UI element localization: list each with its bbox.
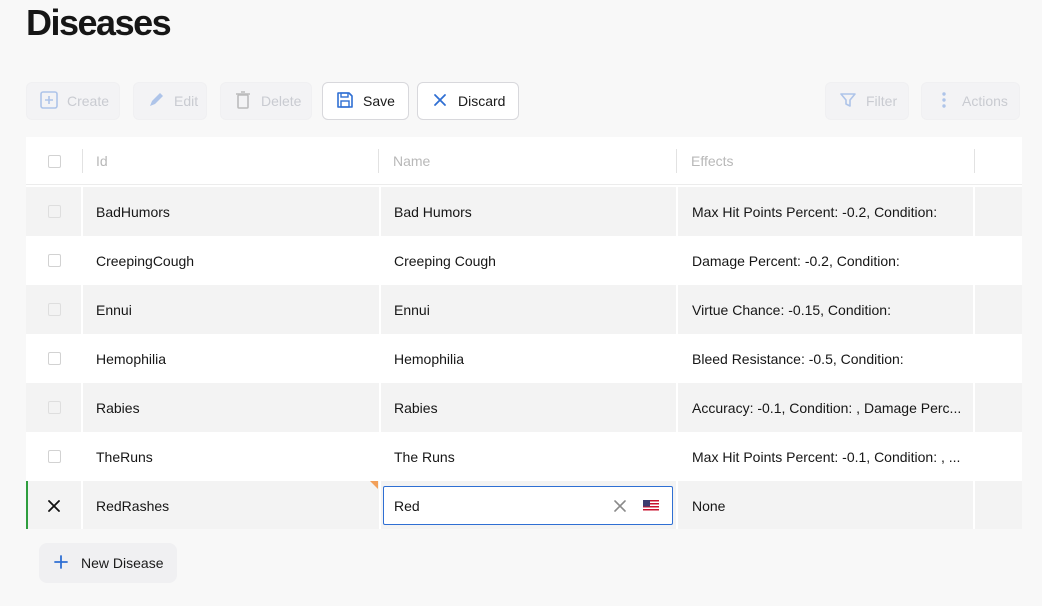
cell-effects[interactable]: Virtue Chance: -0.15, Condition: xyxy=(692,285,962,334)
cell-name[interactable]: Creeping Cough xyxy=(394,236,664,285)
edit-row-marker xyxy=(26,481,28,529)
row-checkbox-cell xyxy=(48,285,61,334)
row-checkbox[interactable] xyxy=(48,303,61,316)
filter-icon xyxy=(838,90,858,113)
cell-effects[interactable]: Max Hit Points Percent: -0.2, Condition: xyxy=(692,187,962,236)
filter-button-label: Filter xyxy=(866,93,898,109)
discard-icon xyxy=(430,90,450,113)
save-icon xyxy=(335,90,355,113)
page: Diseases Create Edit Delete Save Discard xyxy=(0,0,1042,606)
cell-name[interactable]: The Runs xyxy=(394,432,664,481)
delete-button[interactable]: Delete xyxy=(220,82,312,120)
row-checkbox-cell xyxy=(48,236,61,285)
row-checkbox[interactable] xyxy=(48,401,61,414)
column-header-id[interactable]: Id xyxy=(96,137,108,185)
row-checkbox-cell xyxy=(48,432,61,481)
cell-id[interactable]: Hemophilia xyxy=(96,334,366,383)
table-row[interactable]: BadHumors Bad Humors Max Hit Points Perc… xyxy=(26,187,1022,236)
name-input[interactable] xyxy=(384,487,604,524)
row-checkbox-cell xyxy=(48,334,61,383)
table-row[interactable]: Hemophilia Hemophilia Bleed Resistance: … xyxy=(26,334,1022,383)
edit-button[interactable]: Edit xyxy=(133,82,207,120)
cell-id[interactable]: Ennui xyxy=(96,285,366,334)
page-title: Diseases xyxy=(26,2,172,43)
discard-button[interactable]: Discard xyxy=(417,82,519,120)
cancel-edit-icon[interactable] xyxy=(46,481,62,529)
row-checkbox-cell xyxy=(48,187,61,236)
create-button-label: Create xyxy=(67,93,110,109)
plus-icon xyxy=(53,554,69,573)
new-disease-label: New Disease xyxy=(81,555,164,571)
name-edit-field[interactable] xyxy=(383,486,673,525)
select-all-checkbox-cell xyxy=(48,137,62,185)
row-checkbox[interactable] xyxy=(48,254,61,267)
table-row[interactable]: TheRuns The Runs Max Hit Points Percent:… xyxy=(26,432,1022,481)
column-header-name[interactable]: Name xyxy=(393,137,430,185)
actions-button-label: Actions xyxy=(962,93,1008,109)
actions-icon xyxy=(934,90,954,113)
actions-button[interactable]: Actions xyxy=(921,82,1020,120)
cell-name[interactable]: Rabies xyxy=(394,383,664,432)
cell-effects[interactable]: Bleed Resistance: -0.5, Condition: xyxy=(692,334,962,383)
column-header-effects[interactable]: Effects xyxy=(691,137,734,185)
cell-name[interactable]: Hemophilia xyxy=(394,334,664,383)
edit-button-label: Edit xyxy=(174,93,199,109)
table-row[interactable]: CreepingCough Creeping Cough Damage Perc… xyxy=(26,236,1022,285)
cell-id[interactable]: BadHumors xyxy=(96,187,366,236)
grid-header: Id Name Effects xyxy=(26,137,1022,185)
filter-button[interactable]: Filter xyxy=(825,82,909,120)
row-checkbox[interactable] xyxy=(48,450,61,463)
delete-icon xyxy=(233,90,253,113)
cell-name[interactable]: Bad Humors xyxy=(394,187,664,236)
cell-id[interactable]: RedRashes xyxy=(96,481,366,529)
select-all-checkbox[interactable] xyxy=(48,154,61,168)
row-checkbox[interactable] xyxy=(48,205,61,218)
create-button[interactable]: Create xyxy=(26,82,120,120)
delete-button-label: Delete xyxy=(261,93,302,109)
flag-icon[interactable] xyxy=(643,499,659,517)
edit-icon xyxy=(146,90,166,113)
cell-id[interactable]: TheRuns xyxy=(96,432,366,481)
row-checkbox[interactable] xyxy=(48,352,61,365)
row-checkbox-cell xyxy=(48,383,61,432)
table-row[interactable]: Rabies Rabies Accuracy: -0.1, Condition:… xyxy=(26,383,1022,432)
cell-id[interactable]: Rabies xyxy=(96,383,366,432)
diseases-grid: Id Name Effects BadHumors Bad Humors Max… xyxy=(26,137,1022,529)
cell-effects[interactable]: Max Hit Points Percent: -0.1, Condition:… xyxy=(692,432,962,481)
cell-effects[interactable]: Accuracy: -0.1, Condition: , Damage Perc… xyxy=(692,383,962,432)
cell-effects[interactable]: Damage Percent: -0.2, Condition: xyxy=(692,236,962,285)
cell-name[interactable]: Ennui xyxy=(394,285,664,334)
save-button[interactable]: Save xyxy=(322,82,409,120)
new-disease-button[interactable]: New Disease xyxy=(39,543,177,583)
modified-cell-marker xyxy=(370,481,378,489)
cell-id[interactable]: CreepingCough xyxy=(96,236,366,285)
cell-effects[interactable]: None xyxy=(692,481,962,529)
table-row[interactable]: Ennui Ennui Virtue Chance: -0.15, Condit… xyxy=(26,285,1022,334)
create-icon xyxy=(39,90,59,113)
discard-button-label: Discard xyxy=(458,93,506,109)
clear-icon[interactable] xyxy=(612,498,628,519)
save-button-label: Save xyxy=(363,93,395,109)
